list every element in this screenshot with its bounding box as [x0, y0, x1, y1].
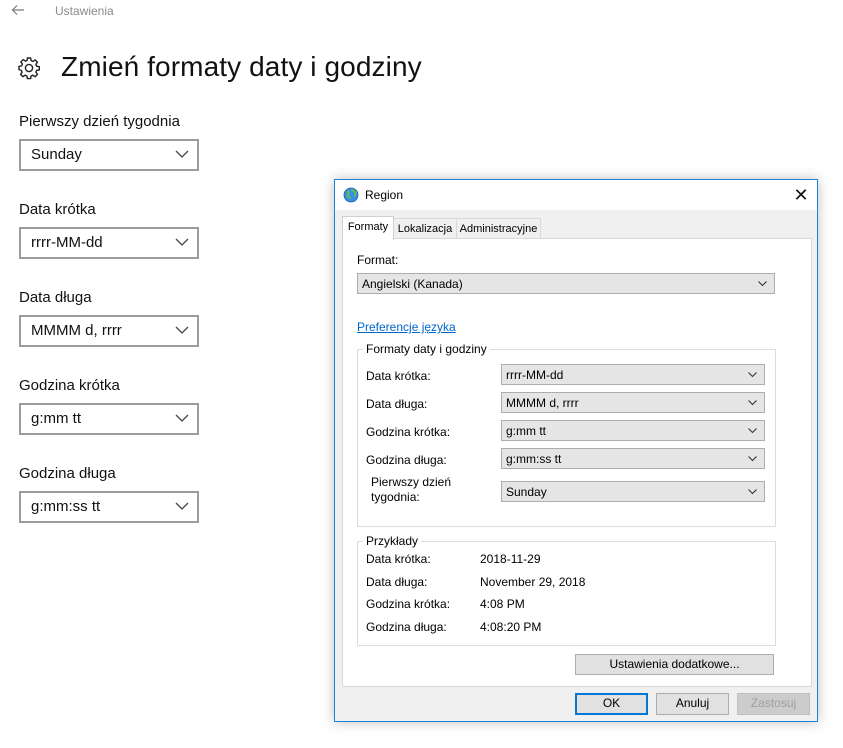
- dropdown-value: MMMM d, rrrr: [506, 396, 579, 410]
- group-title: Formaty daty i godziny: [363, 342, 490, 356]
- dropdown-value: Sunday: [31, 146, 82, 163]
- short-time-dropdown[interactable]: g:mm tt: [501, 420, 765, 441]
- back-arrow-icon[interactable]: [10, 2, 30, 22]
- short-date-label: Data krótka: [19, 201, 96, 218]
- example-label: Godzina krótka:: [366, 597, 451, 611]
- page-title: Zmień formaty daty i godziny: [61, 51, 422, 82]
- example-value: 4:08 PM: [480, 597, 525, 611]
- gear-icon: [16, 55, 42, 81]
- chevron-down-icon: [175, 326, 189, 334]
- chevron-down-icon: [758, 281, 767, 287]
- additional-settings-button[interactable]: Ustawienia dodatkowe...: [575, 654, 774, 675]
- tab-administracyjne[interactable]: Administracyjne: [456, 218, 541, 239]
- first-day-dropdown[interactable]: Sunday: [19, 139, 199, 171]
- chevron-down-icon: [175, 150, 189, 158]
- chevron-down-icon: [748, 372, 757, 378]
- dropdown-value: rrrr-MM-dd: [506, 368, 564, 382]
- first-day-label: Pierwszy dzień tygodnia: [19, 113, 180, 130]
- dropdown-value: MMMM d, rrrr: [31, 322, 122, 339]
- chevron-down-icon: [748, 489, 757, 495]
- example-label: Data krótka:: [366, 552, 431, 566]
- dropdown-value: Angielski (Kanada): [362, 277, 463, 291]
- long-date-label: Data długa:: [366, 397, 428, 411]
- tab-lokalizacja[interactable]: Lokalizacja: [393, 218, 457, 239]
- first-day-label-line2: tygodnia:: [371, 490, 420, 504]
- long-time-label: Godzina długa: [19, 465, 116, 482]
- chevron-down-icon: [748, 456, 757, 462]
- chevron-down-icon: [175, 238, 189, 246]
- dialog-titlebar: Region ✕: [335, 180, 817, 210]
- language-preferences-link[interactable]: Preferencje języka: [357, 320, 456, 334]
- dropdown-value: g:mm:ss tt: [31, 498, 101, 515]
- long-date-label: Data długa: [19, 289, 92, 306]
- format-label: Format:: [357, 253, 399, 267]
- dropdown-value: g:mm tt: [506, 424, 547, 438]
- apply-button[interactable]: Zastosuj: [737, 693, 810, 715]
- long-time-dropdown[interactable]: g:mm:ss tt: [501, 448, 765, 469]
- chevron-down-icon: [175, 502, 189, 510]
- long-date-dropdown[interactable]: MMMM d, rrrr: [19, 315, 199, 347]
- tab-formaty[interactable]: Formaty: [342, 216, 394, 240]
- example-value: 4:08:20 PM: [480, 620, 542, 634]
- dropdown-value: g:mm:ss tt: [506, 452, 562, 466]
- chevron-down-icon: [748, 400, 757, 406]
- short-date-dropdown[interactable]: rrrr-MM-dd: [19, 227, 199, 259]
- dialog-title: Region: [365, 188, 404, 202]
- example-label: Data długa:: [366, 575, 428, 589]
- breadcrumb: Ustawienia: [55, 4, 114, 18]
- short-time-dropdown[interactable]: g:mm tt: [19, 403, 199, 435]
- long-time-label: Godzina długa:: [366, 453, 447, 467]
- cancel-button[interactable]: Anuluj: [656, 693, 729, 715]
- dropdown-value: g:mm tt: [31, 410, 82, 427]
- dropdown-value: rrrr-MM-dd: [31, 234, 103, 251]
- example-label: Godzina długa:: [366, 620, 447, 634]
- chevron-down-icon: [175, 414, 189, 422]
- long-time-dropdown[interactable]: g:mm:ss tt: [19, 491, 199, 523]
- short-time-label: Godzina krótka: [19, 377, 120, 394]
- short-date-label: Data krótka:: [366, 369, 431, 383]
- short-time-label: Godzina krótka:: [366, 425, 451, 439]
- close-icon[interactable]: ✕: [789, 184, 813, 206]
- region-dialog: Region ✕ Formaty Lokalizacja Administrac…: [334, 179, 818, 722]
- chevron-down-icon: [748, 428, 757, 434]
- long-date-dropdown[interactable]: MMMM d, rrrr: [501, 392, 765, 413]
- ok-button[interactable]: OK: [575, 693, 648, 715]
- first-day-dropdown[interactable]: Sunday: [501, 481, 765, 502]
- dropdown-value: Sunday: [506, 485, 547, 499]
- globe-icon: [343, 187, 359, 203]
- first-day-label-line1: Pierwszy dzień: [371, 475, 452, 489]
- format-dropdown[interactable]: Angielski (Kanada): [357, 273, 775, 294]
- example-value: November 29, 2018: [480, 575, 586, 589]
- example-value: 2018-11-29: [480, 552, 541, 566]
- group-title: Przykłady: [363, 534, 422, 548]
- short-date-dropdown[interactable]: rrrr-MM-dd: [501, 364, 765, 385]
- tab-panel: Format: Angielski (Kanada) Preferencje j…: [342, 238, 812, 687]
